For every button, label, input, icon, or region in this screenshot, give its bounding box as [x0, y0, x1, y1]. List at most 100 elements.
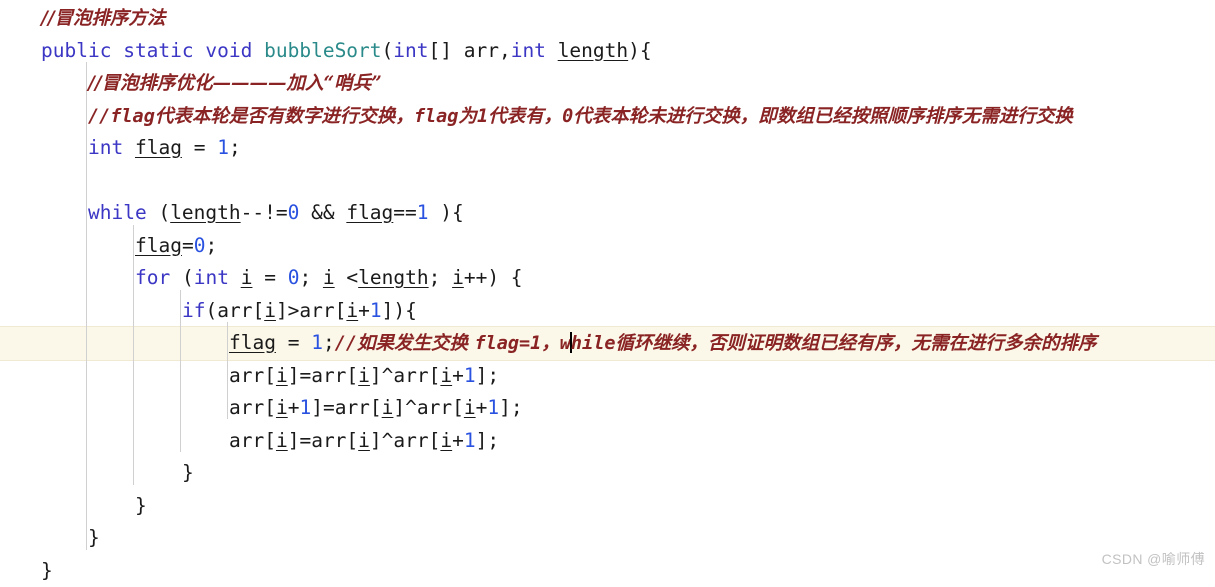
- code-line-16[interactable]: }: [0, 490, 1215, 522]
- token-kw: static: [123, 38, 194, 62]
- token-plain: ]^arr[: [393, 396, 464, 419]
- token-plain: (arr[: [205, 298, 265, 322]
- token-var: i: [264, 298, 276, 322]
- token-plain: arr[: [229, 428, 276, 452]
- token-var: i: [440, 363, 453, 387]
- token-plain: ]=arr[: [287, 428, 359, 452]
- token-var: i: [381, 396, 394, 419]
- token-plain: +: [358, 298, 370, 322]
- token-num: 1: [487, 396, 500, 419]
- token-plain: =: [181, 136, 218, 159]
- token-plain: }: [135, 493, 147, 517]
- token-num: 1: [369, 298, 382, 322]
- token-kw: while: [88, 201, 147, 224]
- token-var: i: [358, 428, 370, 452]
- token-cmt: 1: [476, 105, 489, 127]
- token-kw: int: [88, 136, 124, 159]
- token-var: flag: [134, 136, 182, 159]
- token-num: 1: [217, 136, 229, 159]
- code-line-15[interactable]: }: [0, 457, 1215, 489]
- token-plain: ];: [499, 396, 523, 419]
- token-cmt: hile: [570, 333, 616, 354]
- token-var: i: [463, 396, 476, 419]
- csdn-watermark: CSDN @喻师傅: [1101, 551, 1205, 567]
- token-plain: ){: [628, 38, 652, 62]
- token-var: i: [358, 363, 370, 387]
- token-plain: }: [88, 526, 100, 549]
- token-plain: }: [182, 461, 194, 484]
- code-line-6[interactable]: [0, 165, 1215, 197]
- token-var: i: [440, 428, 453, 452]
- token-plain: ;: [205, 233, 218, 257]
- code-line-12[interactable]: arr[i]=arr[i]^arr[i+1];: [0, 360, 1215, 392]
- token-plain: =: [252, 266, 288, 289]
- token-num: 1: [299, 396, 312, 419]
- token-plain: ;: [228, 136, 241, 159]
- token-plain: <: [334, 266, 359, 289]
- token-cmt: //冒泡排序方法: [41, 8, 166, 29]
- token-var: i: [275, 428, 288, 452]
- token-var: i: [240, 266, 253, 289]
- token-plain: ;: [299, 266, 323, 289]
- code-editor-viewport[interactable]: //冒泡排序方法 public static void bubbleSort(in…: [0, 0, 1215, 582]
- token-num: 1: [311, 331, 323, 354]
- token-kw: int: [193, 266, 229, 289]
- token-plain: +: [452, 363, 464, 387]
- token-plain: ]^arr[: [369, 363, 441, 387]
- token-num: 1: [463, 428, 476, 452]
- token-kw: int: [510, 38, 546, 62]
- code-line-3[interactable]: //冒泡排序优化————加入“哨兵”: [0, 67, 1215, 99]
- token-cmt: //: [88, 105, 111, 127]
- token-cmt: 代表本轮未进行交换，即数组已经按照顺序排序无需进行交换: [573, 105, 1073, 127]
- token-plain: ;: [322, 331, 335, 354]
- token-var: flag: [229, 331, 276, 354]
- code-line-18[interactable]: }: [0, 555, 1215, 587]
- code-line-11[interactable]: flag = 1;//如果发生交换 flag=1，while循环继续，否则证明数…: [0, 327, 1215, 359]
- token-plain: ];: [475, 428, 500, 452]
- code-line-2[interactable]: public static void bubbleSort(int[] arr,…: [0, 35, 1215, 67]
- token-kw: int: [393, 38, 429, 62]
- code-line-7[interactable]: while (length--!=0 && flag==1 ){: [0, 197, 1215, 229]
- code-line-4[interactable]: //flag代表本轮是否有数字进行交换，flag为1代表有，0代表本轮未进行交换…: [0, 100, 1215, 132]
- token-plain: &&: [299, 201, 347, 224]
- token-cmt: //: [334, 333, 357, 354]
- token-plain: =: [181, 233, 194, 257]
- token-var: length: [557, 38, 629, 62]
- token-cmt: flag: [413, 105, 459, 127]
- token-cmt: 循环继续，否则证明数组已经有序，无需在进行多余的排序: [615, 333, 1097, 354]
- code-line-10[interactable]: if(arr[i]>arr[i+1]){: [0, 295, 1215, 327]
- code-line-14[interactable]: arr[i]=arr[i]^arr[i+1];: [0, 425, 1215, 457]
- token-plain: (: [170, 266, 194, 289]
- token-kw: for: [135, 266, 171, 289]
- token-num: 0: [287, 266, 300, 289]
- token-cmt: flag: [110, 105, 155, 127]
- code-line-8[interactable]: flag=0;: [0, 230, 1215, 262]
- token-var: i: [275, 363, 288, 387]
- code-line-5[interactable]: int flag = 1;: [0, 132, 1215, 164]
- token-cmt: ，: [541, 333, 560, 354]
- token-num: 1: [463, 363, 476, 387]
- token-var: i: [275, 396, 288, 419]
- token-cmt: 0: [562, 105, 574, 127]
- token-cmt: 为: [458, 105, 477, 127]
- token-num: 1: [416, 201, 429, 224]
- code-line-17[interactable]: }: [0, 522, 1215, 554]
- token-plain: +: [452, 428, 464, 452]
- token-plain: +: [287, 396, 300, 419]
- token-var: i: [452, 266, 464, 289]
- token-plain: }: [41, 558, 53, 582]
- token-var: length: [358, 266, 429, 289]
- token-plain: [] arr,: [428, 38, 511, 62]
- token-var: i: [322, 266, 335, 289]
- token-var: flag: [135, 233, 182, 257]
- token-plain: ]>arr[: [275, 298, 347, 322]
- code-line-9[interactable]: for (int i = 0; i <length; i++) {: [0, 262, 1215, 294]
- code-line-1[interactable]: //冒泡排序方法: [0, 2, 1215, 34]
- token-plain: (: [146, 201, 171, 224]
- code-line-13[interactable]: arr[i+1]=arr[i]^arr[i+1];: [0, 392, 1215, 424]
